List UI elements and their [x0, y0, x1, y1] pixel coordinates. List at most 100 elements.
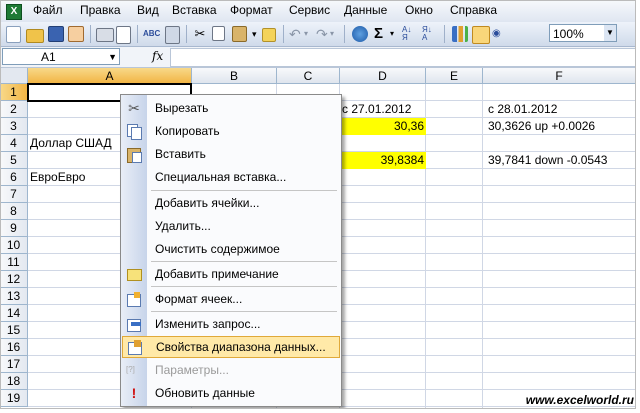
autosum-icon[interactable]: Σ: [374, 26, 390, 42]
row-header[interactable]: 6: [0, 169, 28, 186]
edit-query-icon: [126, 316, 142, 332]
menu-item-copy[interactable]: Копировать: [121, 120, 341, 142]
new-document-icon[interactable]: [6, 26, 21, 43]
print-icon[interactable]: [96, 28, 114, 42]
row-header[interactable]: 17: [0, 356, 28, 373]
cell-f3[interactable]: 30,3626 up +0.0026: [483, 118, 636, 135]
row-header[interactable]: 1: [0, 84, 28, 101]
row-header[interactable]: 10: [0, 237, 28, 254]
spelling-icon[interactable]: ABC: [143, 26, 160, 42]
row-header[interactable]: 13: [0, 288, 28, 305]
menu-window[interactable]: Окно: [405, 3, 433, 17]
context-menu: ✂ Вырезать Копировать Вставить Специальн…: [120, 94, 342, 407]
menu-item-label: Добавить примечание: [155, 267, 279, 281]
cell-d3[interactable]: 30,36: [340, 118, 426, 135]
column-header-e[interactable]: E: [426, 68, 483, 84]
formula-bar: A1 ▼ fx: [0, 47, 636, 68]
name-box[interactable]: A1 ▼: [2, 48, 120, 65]
menu-item-insert-cells[interactable]: Добавить ячейки...: [121, 192, 341, 214]
column-header-f[interactable]: F: [483, 68, 636, 84]
menu-item-paste[interactable]: Вставить: [121, 143, 341, 165]
menu-data[interactable]: Данные: [344, 3, 387, 17]
menu-item-insert-comment[interactable]: Добавить примечание: [121, 263, 341, 285]
excel-window: X Файл Правка Вид Вставка Формат Сервис …: [0, 0, 636, 409]
zoom-select[interactable]: 100% ▼: [549, 24, 617, 42]
save-icon[interactable]: [48, 26, 64, 42]
paste-icon[interactable]: [232, 26, 247, 42]
menu-insert[interactable]: Вставка: [172, 3, 217, 17]
permission-icon[interactable]: [68, 26, 84, 42]
copy-icon[interactable]: [212, 26, 225, 41]
menu-item-label: Копировать: [155, 124, 220, 138]
menu-item-clear-contents[interactable]: Очистить содержимое: [121, 238, 341, 260]
cell-a4-overflow: Д: [103, 136, 112, 150]
scissors-icon: ✂: [128, 100, 140, 116]
menu-bar: X Файл Правка Вид Вставка Формат Сервис …: [0, 0, 636, 23]
menu-item-paste-special[interactable]: Специальная вставка...: [121, 166, 341, 188]
name-box-value: A1: [41, 50, 56, 64]
undo-icon[interactable]: ↶: [289, 26, 305, 42]
column-header-c[interactable]: C: [277, 68, 340, 84]
select-all-corner[interactable]: [0, 68, 28, 84]
menu-view[interactable]: Вид: [137, 3, 159, 17]
row-header[interactable]: 11: [0, 254, 28, 271]
row-header[interactable]: 8: [0, 203, 28, 220]
menu-item-label: Вырезать: [155, 101, 209, 115]
cell-d2[interactable]: с 27.01.2012: [340, 101, 426, 118]
menu-help[interactable]: Справка: [450, 3, 497, 17]
menu-item-label: Очистить содержимое: [155, 242, 280, 256]
sort-descending-icon[interactable]: Я↓ А: [422, 26, 438, 42]
menu-item-label: Обновить данные: [155, 386, 255, 400]
fx-icon[interactable]: fx: [152, 49, 163, 63]
excel-app-icon[interactable]: X: [6, 4, 22, 20]
row-header[interactable]: 12: [0, 271, 28, 288]
formula-input[interactable]: [170, 48, 636, 67]
cell-d5[interactable]: 39,8384: [340, 152, 426, 169]
selected-tool-icon[interactable]: ◉: [492, 26, 508, 42]
open-folder-icon[interactable]: [26, 29, 44, 43]
cut-icon[interactable]: ✂: [192, 26, 208, 42]
copy-icon: [126, 123, 142, 140]
row-header[interactable]: 18: [0, 373, 28, 390]
row-header[interactable]: 19: [0, 390, 28, 407]
menu-item-refresh-data[interactable]: ! Обновить данные: [121, 382, 341, 404]
menu-edit[interactable]: Правка: [80, 3, 121, 17]
column-header-d[interactable]: D: [340, 68, 426, 84]
format-painter-icon[interactable]: [262, 28, 276, 42]
menu-item-delete[interactable]: Удалить...: [121, 215, 341, 237]
row-header[interactable]: 9: [0, 220, 28, 237]
menu-item-label: Параметры...: [155, 363, 229, 377]
menu-item-format-cells[interactable]: Формат ячеек...: [121, 288, 341, 310]
sort-ascending-icon[interactable]: А↓ Я: [402, 26, 418, 42]
menu-item-cut[interactable]: ✂ Вырезать: [121, 97, 341, 119]
cell-a4-text: Доллар США: [30, 136, 104, 150]
row-header[interactable]: 2: [0, 101, 28, 118]
menu-item-data-range-properties[interactable]: Свойства диапазона данных...: [122, 336, 340, 358]
column-header-a[interactable]: A: [28, 68, 192, 84]
row-header[interactable]: 7: [0, 186, 28, 203]
chevron-down-icon[interactable]: ▼: [604, 25, 616, 41]
menu-format[interactable]: Формат: [230, 3, 273, 17]
row-header[interactable]: 4: [0, 135, 28, 152]
menu-tools[interactable]: Сервис: [289, 3, 330, 17]
hyperlink-icon[interactable]: [352, 26, 368, 42]
menu-file[interactable]: Файл: [33, 3, 63, 17]
cell-f2[interactable]: с 28.01.2012: [483, 101, 636, 118]
data-range-properties-icon: [127, 339, 143, 355]
row-header[interactable]: 14: [0, 305, 28, 322]
chevron-down-icon[interactable]: ▼: [108, 49, 117, 66]
column-header-b[interactable]: B: [192, 68, 277, 84]
research-icon[interactable]: [165, 26, 180, 44]
drawing-icon[interactable]: [472, 26, 490, 44]
row-header[interactable]: 5: [0, 152, 28, 169]
row-header[interactable]: 15: [0, 322, 28, 339]
menu-item-label: Специальная вставка...: [155, 170, 287, 184]
row-header[interactable]: 3: [0, 118, 28, 135]
cell-f5[interactable]: 39,7841 down -0.0543: [483, 152, 636, 169]
chart-wizard-icon[interactable]: [452, 26, 468, 42]
print-preview-icon[interactable]: [116, 26, 131, 44]
row-header[interactable]: 16: [0, 339, 28, 356]
comment-icon: [126, 266, 142, 282]
standard-toolbar: ABC ✂ ▾ ↶ ▾ ↷ ▾ Σ ▾ А↓ Я Я↓ А ◉ 100% ▼: [0, 22, 636, 47]
menu-item-edit-query[interactable]: Изменить запрос...: [121, 313, 341, 335]
